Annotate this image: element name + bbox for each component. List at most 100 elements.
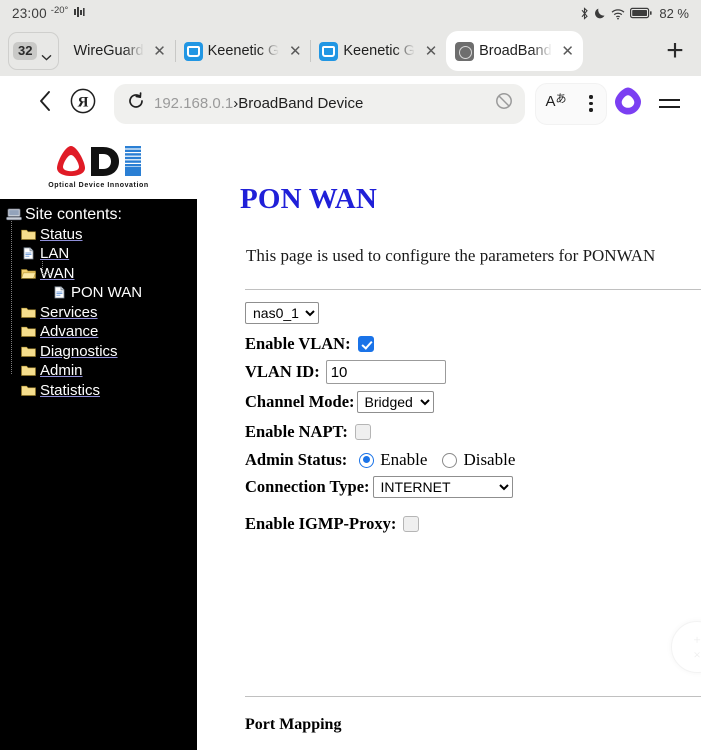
- admin-status-disable-label: Disable: [463, 450, 516, 469]
- vlan-id-row: VLAN ID:: [245, 360, 701, 384]
- status-bar-right: 82 %: [580, 6, 689, 21]
- close-icon[interactable]: ✕: [284, 40, 306, 62]
- tree-guide-line: [11, 221, 12, 375]
- odi-logo: Optical Device Innovation: [0, 131, 197, 199]
- sidebar-item-advance[interactable]: Advance: [4, 322, 197, 342]
- back-button[interactable]: [26, 85, 64, 123]
- sidebar-item-statistics[interactable]: Statistics: [4, 381, 197, 401]
- connection-type-label: Connection Type:: [245, 477, 370, 496]
- enable-igmp-row: Enable IGMP-Proxy:: [245, 514, 701, 534]
- admin-status-enable-radio[interactable]: [359, 452, 375, 468]
- site-contents-sidebar: Site contents: Status LAN WAN PON WAN Se…: [0, 199, 197, 750]
- odi-logo-icon: [56, 145, 141, 176]
- keenetic-favicon-icon: [183, 41, 203, 61]
- folder-open-icon: [21, 267, 37, 280]
- address-bar[interactable]: 192.168.0.1›BroadBand Device: [114, 83, 525, 124]
- sidebar-item-pon-wan[interactable]: PON WAN: [4, 283, 197, 303]
- svg-text:Я: Я: [78, 95, 89, 111]
- close-icon[interactable]: ✕: [557, 40, 579, 62]
- enable-vlan-checkbox[interactable]: [357, 336, 374, 352]
- close-icon[interactable]: ✕: [149, 40, 171, 62]
- translate-label: A: [545, 92, 556, 110]
- yandex-home-button[interactable]: Я: [64, 85, 102, 123]
- sidebar-item-label: PON WAN: [71, 284, 143, 302]
- hamburger-menu-icon[interactable]: [649, 84, 689, 124]
- enable-napt-label: Enable NAPT:: [245, 422, 348, 441]
- new-tab-button[interactable]: +: [655, 31, 695, 71]
- sidebar-item-diagnostics[interactable]: Diagnostics: [4, 342, 197, 362]
- logo-graphic: [51, 142, 147, 180]
- tab-title: WireGuard: [73, 43, 144, 59]
- vlan-id-label: VLAN ID:: [245, 362, 320, 381]
- channel-mode-row: Channel Mode: Bridged: [245, 391, 701, 413]
- enable-igmp-label: Enable IGMP-Proxy:: [245, 514, 397, 533]
- web-page-viewport: Optical Device Innovation Site contents:…: [0, 131, 701, 750]
- android-status-bar: 23:00 -20° 82 %: [0, 0, 701, 26]
- browser-tab-keenetic-2[interactable]: Keenetic G ✕: [311, 31, 446, 71]
- vlan-id-input[interactable]: [325, 360, 446, 384]
- broadband-favicon-icon: [455, 41, 475, 61]
- main-content: PON WAN This page is used to configure t…: [197, 131, 701, 750]
- url-host: 192.168.0.1: [154, 95, 234, 112]
- status-bar-left: 23:00 -20°: [12, 4, 85, 21]
- interface-select-row: nas0_1: [245, 302, 701, 324]
- do-not-disturb-moon-icon: [594, 7, 606, 20]
- folder-icon: [21, 364, 36, 377]
- toolbar-actions-group: Aあ: [535, 82, 607, 125]
- temperature: -20°: [50, 4, 69, 16]
- page-icon: [21, 247, 36, 260]
- alice-assistant-button[interactable]: [607, 83, 649, 125]
- sidebar-item-lan[interactable]: LAN: [4, 244, 197, 264]
- weather-icon: [73, 6, 85, 21]
- computer-icon: [6, 208, 22, 221]
- divider-bottom: [245, 696, 701, 697]
- channel-mode-select[interactable]: Bridged: [356, 391, 434, 413]
- url-page-title: BroadBand Device: [238, 95, 364, 112]
- block-ads-icon[interactable]: [495, 92, 513, 115]
- browser-tab-wireguard[interactable]: WireGuard ✕: [65, 31, 174, 71]
- plus-icon[interactable]: +: [693, 633, 700, 646]
- browser-tab-broadband-active[interactable]: BroadBand ✕: [446, 31, 583, 71]
- page-title: PON WAN: [240, 183, 378, 215]
- folder-icon: [21, 228, 36, 241]
- battery-icon: [630, 7, 652, 19]
- sidebar-item-services[interactable]: Services: [4, 303, 197, 323]
- browser-toolbar: Я 192.168.0.1›BroadBand Device Aあ: [0, 76, 701, 131]
- connection-type-select[interactable]: INTERNET: [372, 476, 513, 498]
- sidebar-item-label: Statistics: [40, 381, 101, 399]
- enable-napt-checkbox[interactable]: [354, 424, 371, 440]
- close-icon[interactable]: ×: [693, 648, 700, 661]
- tab-count-value: 32: [13, 41, 38, 61]
- sidebar-item-wan[interactable]: WAN: [4, 264, 197, 284]
- enable-igmp-checkbox[interactable]: [403, 516, 420, 532]
- sidebar-item-status[interactable]: Status: [4, 225, 197, 245]
- reload-icon[interactable]: [127, 92, 145, 115]
- browser-tab-keenetic-1[interactable]: Keenetic G ✕: [176, 31, 311, 71]
- sidebar-item-label: Diagnostics: [40, 342, 118, 360]
- tab-count-button[interactable]: 32: [8, 32, 60, 70]
- sidebar-item-label: Status: [40, 225, 83, 243]
- interface-select[interactable]: nas0_1: [245, 302, 319, 324]
- tree-guide-line: [42, 273, 51, 274]
- three-dots-icon[interactable]: [576, 83, 606, 125]
- admin-status-disable-radio[interactable]: [442, 452, 458, 468]
- port-mapping-heading: Port Mapping: [245, 716, 342, 733]
- folder-icon: [21, 345, 36, 358]
- tree-root: Site contents:: [4, 205, 197, 225]
- sidebar-item-label: Admin: [40, 362, 83, 380]
- admin-status-label: Admin Status:: [245, 450, 348, 469]
- close-icon[interactable]: ✕: [420, 40, 442, 62]
- sidebar-item-admin[interactable]: Admin: [4, 361, 197, 381]
- back-chevron-icon: [38, 90, 52, 117]
- chevron-down-icon: [41, 48, 52, 61]
- bluetooth-icon: [580, 6, 589, 20]
- floating-zoom-control[interactable]: + ×: [671, 621, 701, 673]
- battery-percent: 82 %: [659, 5, 689, 21]
- enable-vlan-row: Enable VLAN:: [245, 334, 701, 354]
- enable-napt-row: Enable NAPT:: [245, 422, 701, 442]
- logo-tagline: Optical Device Innovation: [48, 181, 149, 189]
- sidebar-item-label: Advance: [40, 323, 99, 341]
- admin-status-enable-label: Enable: [380, 450, 428, 469]
- folder-icon: [21, 384, 36, 397]
- translate-button[interactable]: Aあ: [536, 83, 576, 125]
